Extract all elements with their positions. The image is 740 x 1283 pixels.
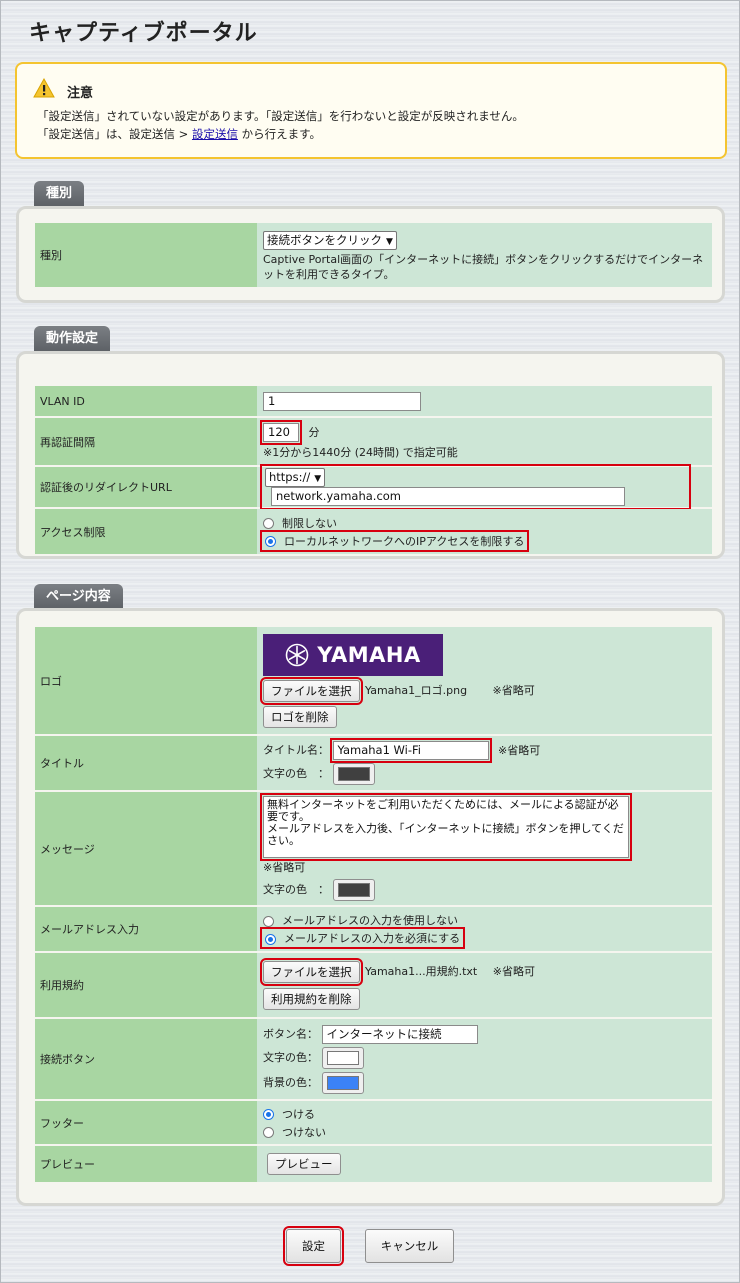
connect-name-input[interactable]: インターネットに接続 xyxy=(321,1024,478,1044)
terms-choose-file-button[interactable]: ファイルを選択 xyxy=(260,957,363,986)
terms-delete-button[interactable]: 利用規約を削除 xyxy=(263,987,360,1010)
message-optional-note: ※省略可 xyxy=(263,861,306,874)
mail-option-1[interactable]: メールアドレスの入力を使用しない xyxy=(263,912,712,928)
connect-text-color-label: 文字の色： xyxy=(263,1050,318,1064)
section-kind: 種別 接続ボタンをクリック ▼ Captive Portal画面の「インターネット… xyxy=(16,206,725,303)
logo-filename: Yamaha1_ロゴ.png xyxy=(365,683,468,697)
title-color-swatch xyxy=(337,767,370,781)
message-color-picker[interactable] xyxy=(332,879,375,901)
message-label: メッセージ xyxy=(35,792,257,905)
footer-option-2[interactable]: つけない xyxy=(263,1124,712,1140)
kind-description: Captive Portal画面の「インターネットに接続」ボタンをクリックするだ… xyxy=(263,252,704,281)
row-logo: ロゴ YAMAHA ファイルを選択 Yamaha1_ロゴ.png ※省略可 ロゴ… xyxy=(35,627,712,734)
connect-text-color-picker[interactable] xyxy=(321,1046,364,1069)
message-color-swatch xyxy=(337,883,370,897)
row-redirect: 認証後のリダイレクトURL https://▼ network.yamaha.c… xyxy=(35,464,712,510)
logo-choose-file-button[interactable]: ファイルを選択 xyxy=(260,676,363,705)
reauth-unit: 分 xyxy=(308,425,320,439)
radio-button[interactable] xyxy=(263,1127,274,1138)
row-title: タイトル タイトル名： Yamaha1 Wi-Fi ※省略可 文字の色 ： xyxy=(35,736,712,790)
footer-label: フッター xyxy=(35,1101,257,1144)
mail-label: メールアドレス入力 xyxy=(35,907,257,951)
row-connect: 接続ボタン ボタン名： インターネットに接続 文字の色： 背景の色： xyxy=(35,1019,712,1099)
kind-label: 種別 xyxy=(35,223,257,287)
row-kind: 種別 接続ボタンをクリック ▼ Captive Portal画面の「インターネット… xyxy=(35,223,712,287)
connect-bg-color-swatch xyxy=(326,1075,359,1090)
logo-label: ロゴ xyxy=(35,627,257,734)
logo-delete-button[interactable]: ロゴを削除 xyxy=(263,705,337,728)
submit-button[interactable]: 設定 xyxy=(283,1226,344,1266)
redirect-url-input[interactable]: network.yamaha.com xyxy=(271,487,625,506)
logo-image: YAMAHA xyxy=(263,633,443,676)
preview-label: プレビュー xyxy=(35,1146,257,1182)
reauth-note: ※1分から1440分 (24時間) で指定可能 xyxy=(263,446,458,459)
radio-button[interactable] xyxy=(263,915,274,927)
access-option-1[interactable]: 制限しない xyxy=(263,515,712,531)
section-content: ロゴ YAMAHA ファイルを選択 Yamaha1_ロゴ.png ※省略可 ロゴ… xyxy=(16,608,725,1206)
access-option-2[interactable]: ローカルネットワークへのIPアクセスを制限する xyxy=(259,529,530,552)
terms-label: 利用規約 xyxy=(35,953,257,1017)
section-operation: VLAN ID 1 再認証間隔 120 分 ※1分から1440分 (24時間) … xyxy=(16,351,725,559)
title-optional-note: ※省略可 xyxy=(498,743,541,757)
chevron-down-icon: ▼ xyxy=(386,236,393,247)
connect-bg-color-label: 背景の色： xyxy=(263,1075,318,1089)
logo-text: YAMAHA xyxy=(317,642,421,667)
footer-option-1[interactable]: つける xyxy=(263,1106,712,1122)
connect-name-label: ボタン名： xyxy=(263,1027,318,1040)
logo-optional-note: ※省略可 xyxy=(492,683,535,697)
radio-button-selected[interactable] xyxy=(265,933,276,945)
vlan-input[interactable]: 1 xyxy=(263,391,421,411)
terms-filename: Yamaha1...用規約.txt xyxy=(365,964,478,978)
row-vlan: VLAN ID 1 xyxy=(35,386,712,416)
row-reauth: 再認証間隔 120 分 ※1分から1440分 (24時間) で指定可能 xyxy=(35,418,712,465)
title-input[interactable]: Yamaha1 Wi-Fi xyxy=(329,738,492,763)
reauth-label: 再認証間隔 xyxy=(35,418,257,465)
redirect-label: 認証後のリダイレクトURL xyxy=(35,467,257,507)
row-access: アクセス制限 制限しない ローカルネットワークへのIPアクセスを制限する xyxy=(35,509,712,554)
row-preview: プレビュー プレビュー xyxy=(35,1146,712,1182)
radio-button[interactable] xyxy=(263,518,274,529)
notice-box: 注意 「設定送信」されていない設定があります。「設定送信」を行わないと設定が反映… xyxy=(15,62,727,159)
scheme-select[interactable]: https://▼ xyxy=(265,468,326,487)
warning-icon xyxy=(33,78,55,98)
title-name-label: タイトル名： xyxy=(263,743,329,757)
settings-send-link[interactable]: 設定送信 xyxy=(192,127,238,141)
preview-button[interactable]: プレビュー xyxy=(267,1153,341,1175)
cancel-button[interactable]: キャンセル xyxy=(365,1229,454,1263)
notice-line-2-prefix: 「設定送信」は、設定送信 > xyxy=(37,127,192,141)
section-tab-operation: 動作設定 xyxy=(34,326,111,352)
title-label: タイトル xyxy=(35,736,257,790)
yamaha-tuning-fork-icon xyxy=(285,643,309,666)
row-mail: メールアドレス入力 メールアドレスの入力を使用しない メールアドレスの入力を必須… xyxy=(35,907,712,951)
title-color-label: 文字の色 ： xyxy=(263,767,329,780)
connect-label: 接続ボタン xyxy=(35,1019,257,1099)
connect-text-color-swatch xyxy=(326,1050,359,1065)
page-title: キャプティブポータル xyxy=(29,21,258,46)
notice-line-2: 「設定送信」は、設定送信 > 設定送信 から行えます。 xyxy=(37,126,321,142)
notice-line-2-suffix: から行えます。 xyxy=(237,127,321,141)
row-message: メッセージ 無料インターネットをご利用いただくためには、メールによる認証が必要で… xyxy=(35,792,712,905)
message-textarea[interactable]: 無料インターネットをご利用いただくためには、メールによる認証が必要です。 メール… xyxy=(260,793,632,861)
chevron-down-icon: ▼ xyxy=(314,474,322,484)
title-color-picker[interactable] xyxy=(332,763,375,785)
section-tab-kind: 種別 xyxy=(34,181,85,207)
mail-option-2[interactable]: メールアドレスの入力を必須にする xyxy=(259,927,466,949)
vlan-label: VLAN ID xyxy=(35,386,257,416)
row-terms: 利用規約 ファイルを選択 Yamaha1...用規約.txt ※省略可 利用規約… xyxy=(35,953,712,1017)
connect-bg-color-picker[interactable] xyxy=(321,1071,364,1094)
terms-optional-note: ※省略可 xyxy=(492,964,535,978)
redirect-fields: https://▼ network.yamaha.com xyxy=(260,464,691,510)
radio-button-selected[interactable] xyxy=(263,1109,274,1120)
section-tab-content: ページ内容 xyxy=(34,584,123,610)
radio-button-selected[interactable] xyxy=(265,536,276,547)
notice-line-1: 「設定送信」されていない設定があります。「設定送信」を行わないと設定が反映されま… xyxy=(37,109,524,123)
notice-title: 注意 xyxy=(67,86,94,101)
reauth-input[interactable]: 120 xyxy=(260,420,302,445)
message-color-label: 文字の色 ： xyxy=(263,883,329,896)
kind-select[interactable]: 接続ボタンをクリック ▼ xyxy=(263,230,397,250)
access-label: アクセス制限 xyxy=(35,509,257,554)
row-footer: フッター つける つけない xyxy=(35,1101,712,1144)
